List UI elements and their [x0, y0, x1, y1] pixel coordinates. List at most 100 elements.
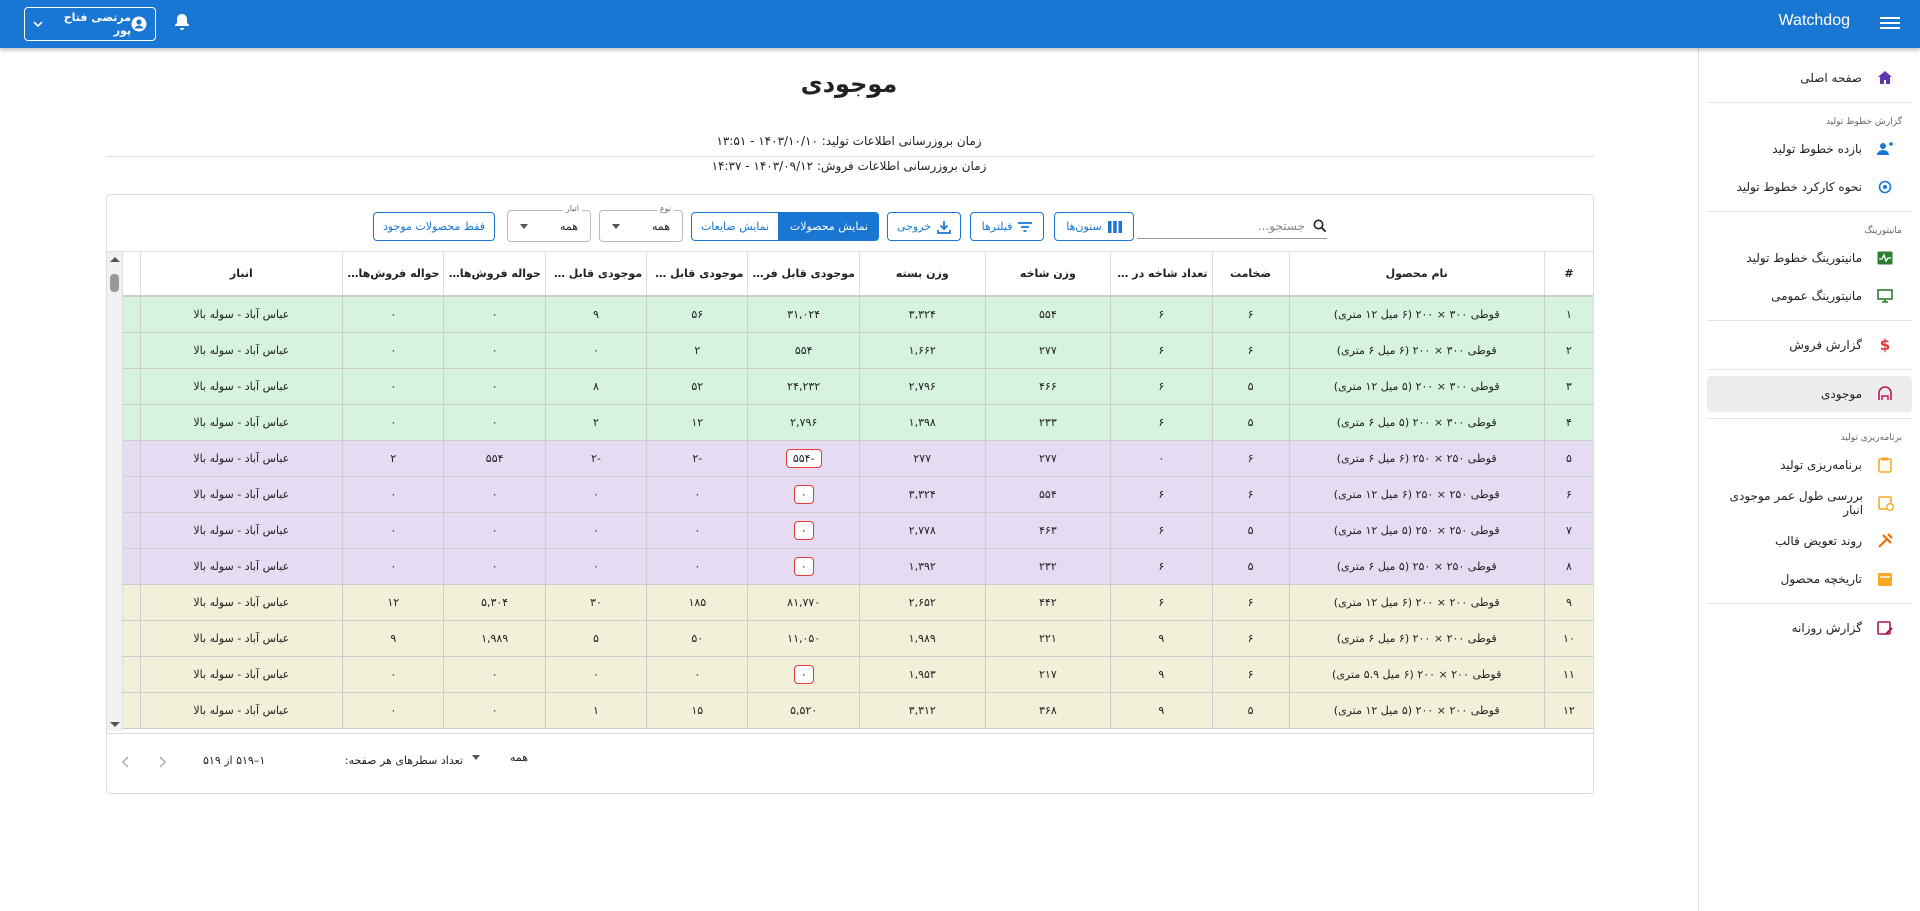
column-header[interactable]: وزن شاخه — [984, 252, 1111, 297]
divider — [1707, 320, 1912, 321]
dollar-icon: $ — [1879, 336, 1891, 354]
column-header[interactable]: تعداد شاخه در ب... — [1110, 252, 1213, 297]
table-row[interactable]: ۴ قوطی ۳۰۰ × ۲۰۰ (۵ میل ۶ متری) ۵ ۶ ۲۳۳ ۱,۳۹۸… — [107, 404, 1593, 441]
rows-per-page-value: همه — [509, 751, 528, 764]
thickness-cell: ۵ — [1211, 512, 1290, 549]
column-header[interactable]: موجودی قابل فر... — [544, 252, 647, 297]
sidebar-item-monitoring-lines[interactable]: مانیتورینگ خطوط تولید — [1707, 240, 1912, 276]
people-icon — [1876, 140, 1894, 158]
branch-weight-cell: ۲۱۷ — [984, 656, 1111, 693]
column-header[interactable]: انبار — [139, 252, 343, 297]
sidebar-item-stock[interactable]: موجودی — [1707, 376, 1912, 412]
sales-order-1-cell: ۵۵۴ — [443, 440, 546, 477]
table-row[interactable]: ۷ قوطی ۲۵۰ × ۲۵۰ (۵ میل ۱۲ متری) ۵ ۶ ۴۶۳ ۲,۷۷… — [107, 512, 1593, 549]
sidebar-item-mold[interactable]: روند تعویض قالب — [1707, 523, 1912, 559]
table-row[interactable]: ۶ قوطی ۲۵۰ × ۲۵۰ (۶ میل ۱۲ متری) ۶ ۶ ۵۵۴ ۳,۳۲… — [107, 476, 1593, 513]
column-header[interactable]: نام محصول — [1288, 252, 1545, 297]
columns-button[interactable]: ستون‌ها — [1054, 212, 1134, 241]
export-label: خروجی — [896, 220, 932, 233]
show-waste-toggle[interactable]: نمایش ضایعات — [691, 212, 779, 241]
filters-button[interactable]: فیلترها — [970, 212, 1044, 241]
type-select-label: نوع — [656, 204, 674, 213]
sales-order-2-cell: ۰ — [342, 548, 444, 585]
saleable-stock-2-cell: ۰ — [646, 512, 748, 549]
sidebar-item-daily[interactable]: گزارش روزانه — [1707, 610, 1912, 646]
stock-table: # نام محصول ضخامت تعداد شاخه در ب... وزن شاخ… — [107, 251, 1593, 731]
table-row[interactable]: ۲ قوطی ۳۰۰ × ۲۰۰ (۶ میل ۶ متری) ۶ ۶ ۲۷۷ ۱,۶۶۲… — [107, 332, 1593, 369]
warehouse-cell: عباس آباد - سوله بالا — [139, 332, 343, 369]
table-row[interactable]: ۸ قوطی ۲۵۰ × ۲۵۰ (۵ میل ۶ متری) ۵ ۶ ۲۳۲ ۱,۳۹۲… — [107, 548, 1593, 585]
sidebar-item-home[interactable]: صفحه اصلی — [1707, 60, 1912, 96]
column-header[interactable]: ضخامت — [1211, 252, 1290, 297]
saleable-stock-cell: -۵۵۴ — [747, 440, 860, 477]
search-input[interactable]: جستجو... — [1137, 213, 1327, 239]
notification-bell-icon[interactable] — [174, 13, 190, 35]
divider — [1707, 369, 1912, 370]
sidebar-item-monitoring-general[interactable]: مانیتورینگ عمومی — [1707, 278, 1912, 314]
filter-icon — [1018, 221, 1033, 232]
thickness-cell: ۵ — [1211, 368, 1290, 405]
scrollbar-thumb[interactable] — [110, 274, 119, 292]
column-header[interactable]: حواله فروش‌های... — [443, 252, 546, 297]
sales-order-1-cell: ۵,۳۰۴ — [443, 584, 546, 621]
branch-count-cell: ۶ — [1110, 404, 1213, 441]
saleable-stock-2-cell: ۵۲ — [646, 368, 748, 405]
sidebar-item-sales[interactable]: $ گزارش فروش — [1707, 327, 1912, 363]
export-button[interactable]: خروجی — [887, 212, 961, 241]
sidebar-section-label: گزارش خطوط تولید — [1825, 117, 1902, 127]
table-row[interactable]: ۹ قوطی ۲۰۰ × ۲۰۰ (۶ میل ۱۲ متری) ۶ ۶ ۴۴۲ ۲,۶۵… — [107, 584, 1593, 621]
package-weight-cell: ۱,۳۹۸ — [858, 404, 986, 441]
rows-per-page-select[interactable]: همه — [472, 751, 528, 764]
sales-order-1-cell: ۰ — [443, 368, 546, 405]
table-row[interactable]: ۱۰ قوطی ۲۰۰ × ۲۰۰ (۶ میل ۶ متری) ۶ ۹ ۲۲۱ ۱,۹۸… — [107, 620, 1593, 657]
sidebar-section-label: مانیتورینگ — [1864, 226, 1902, 236]
saleable-stock-3-cell: ۵ — [544, 620, 647, 657]
column-header[interactable]: وزن بسته — [858, 252, 986, 297]
vertical-scrollbar[interactable] — [107, 252, 123, 731]
saleable-stock-cell: ۵,۵۲۰ — [747, 692, 860, 729]
branch-weight-cell: ۴۴۲ — [984, 584, 1111, 621]
sidebar-item-efficiency[interactable]: بازده خطوط تولید — [1707, 131, 1912, 167]
package-weight-cell: ۱,۳۹۲ — [858, 548, 986, 585]
tools-icon — [1876, 532, 1894, 550]
sidebar-item-history[interactable]: تاریخچه محصول — [1707, 561, 1912, 597]
scroll-up-icon[interactable] — [107, 254, 123, 264]
previous-page-icon[interactable] — [157, 756, 167, 768]
table-row[interactable]: ۱ قوطی ۳۰۰ × ۲۰۰ (۶ میل ۱۲ متری) ۶ ۶ ۵۵۴ ۳,۳۲… — [107, 296, 1593, 333]
branch-weight-cell: ۵۵۴ — [984, 476, 1111, 513]
column-header[interactable]: موجودی قابل فر... — [646, 252, 748, 297]
branch-count-cell: ۰ — [1110, 440, 1213, 477]
warehouse-select[interactable]: انبار همه — [507, 204, 591, 242]
table-row[interactable]: ۱۱ قوطی ۲۰۰ × ۲۰۰ (۶ میل ۵.۹ متری) ۶ ۹ ۲۱۷ ۱,… — [107, 656, 1593, 693]
user-menu-button[interactable]: مرتضی فتاح پور — [24, 7, 156, 41]
menu-icon[interactable] — [1880, 14, 1900, 32]
saleable-stock-3-cell: ۰ — [544, 656, 647, 693]
branch-count-cell: ۶ — [1110, 296, 1213, 333]
scroll-down-icon[interactable] — [107, 720, 123, 730]
next-page-icon[interactable] — [121, 756, 131, 768]
saleable-stock-3-cell: ۱ — [544, 692, 647, 729]
table-row[interactable]: ۳ قوطی ۳۰۰ × ۲۰۰ (۵ میل ۱۲ متری) ۵ ۶ ۴۶۶ ۲,۷۹… — [107, 368, 1593, 405]
only-available-button[interactable]: فقط محصولات موجود — [373, 212, 495, 241]
show-products-toggle[interactable]: نمایش محصولات — [779, 212, 879, 241]
page-title: موجودی — [800, 70, 898, 98]
package-weight-cell: ۳,۳۱۲ — [858, 692, 986, 729]
sidebar-item-label: بازده خطوط تولید — [1772, 142, 1862, 156]
grid-toolbar: جستجو... ستون‌ها فیلترها خروجی نمایش محص… — [105, 204, 1593, 245]
saleable-stock-2-cell: ۰ — [646, 476, 748, 513]
type-select[interactable]: نوع همه — [599, 204, 683, 242]
table-row[interactable]: ۵ قوطی ۲۵۰ × ۲۵۰ (۶ میل ۶ متری) ۶ ۰ ۲۷۷ ۲۷۷ -۵… — [107, 440, 1593, 477]
saleable-stock-2-cell: ۵۰ — [646, 620, 748, 657]
column-header[interactable]: # — [1543, 252, 1593, 297]
sidebar-item-planning[interactable]: برنامه‌ریزی تولید — [1707, 447, 1912, 483]
branch-count-cell: ۶ — [1110, 368, 1213, 405]
saleable-stock-cell: ۰ — [747, 512, 860, 549]
column-header[interactable]: حواله فروش‌های... — [342, 252, 444, 297]
saleable-stock-2-cell: ۵۶ — [646, 296, 748, 333]
sidebar-item-stock-age[interactable]: بررسی طول عمر موجودی انبار — [1707, 485, 1912, 521]
sidebar-item-operation[interactable]: نحوه کارکرد خطوط تولید — [1707, 169, 1912, 205]
warehouse-cell: عباس آباد - سوله بالا — [139, 476, 343, 513]
table-row[interactable]: ۱۲ قوطی ۲۰۰ × ۲۰۰ (۵ میل ۱۲ متری) ۵ ۹ ۳۶۸ ۳,۳… — [107, 692, 1593, 729]
column-header[interactable]: موجودی قابل فروش ... — [747, 252, 860, 297]
monitor-heartbeat-icon — [1876, 249, 1894, 267]
